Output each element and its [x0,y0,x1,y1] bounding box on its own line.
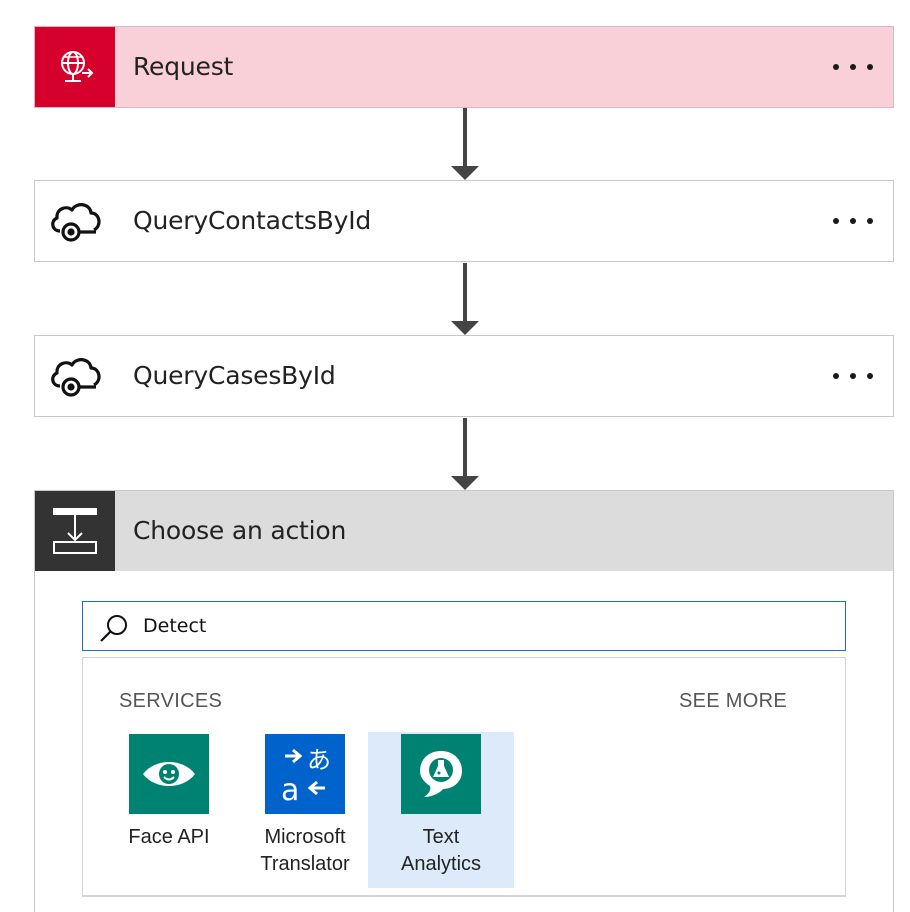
eye-face-icon [129,734,209,814]
dot-icon [850,64,856,70]
search-input[interactable] [143,610,823,642]
flow-connector-line [463,108,467,166]
query-contacts-step-card[interactable]: QueryContactsById [34,180,894,262]
action-search-box[interactable] [82,601,846,651]
query-cases-step-card[interactable]: QueryCasesById [34,335,894,417]
choose-action-header[interactable]: Choose an action [35,491,893,571]
step-title: QueryCasesById [133,361,336,390]
service-label: Microsoft Translator [260,826,350,875]
arrow-down-icon [451,476,479,490]
flow-connector-line [463,418,467,476]
translate-icon: あ a [265,734,345,814]
choose-action-card: Choose an action SERVICES SEE MORE [34,490,894,912]
action-choose-icon [35,491,115,571]
see-more-link[interactable]: SEE MORE [679,690,787,713]
flow-connector-line [463,263,467,321]
dot-icon [867,218,873,224]
services-section-label: SERVICES [119,690,223,712]
choose-action-title: Choose an action [133,516,347,545]
service-label: Text Analytics [400,826,482,875]
arrow-down-icon [451,166,479,180]
search-icon [99,613,129,647]
dot-icon [850,218,856,224]
globe-request-icon [35,27,115,107]
results-divider [83,895,845,897]
dot-icon [833,218,839,224]
dot-icon [867,373,873,379]
dot-icon [850,373,856,379]
service-microsoft-translator[interactable]: あ a Microsoft Translator [232,732,378,888]
arrow-down-icon [451,321,479,335]
dot-icon [833,64,839,70]
request-step-card[interactable]: Request [34,26,894,108]
service-face-api[interactable]: Face API [96,732,242,888]
text-analytics-icon [401,734,481,814]
more-options-button[interactable] [833,27,873,107]
more-options-button[interactable] [833,181,873,261]
svg-text:a: a [281,773,299,806]
step-title: QueryContactsById [133,206,372,235]
service-label: Face API [128,826,210,848]
more-options-button[interactable] [833,336,873,416]
service-text-analytics[interactable]: Text Analytics [368,732,514,888]
dot-icon [833,373,839,379]
search-results-panel: SERVICES SEE MORE Face API あ a Microsoft… [82,657,846,897]
step-title: Request [133,52,234,81]
svg-text:あ: あ [307,746,331,774]
cloud-connector-icon [35,181,115,261]
cloud-connector-icon [35,336,115,416]
dot-icon [867,64,873,70]
